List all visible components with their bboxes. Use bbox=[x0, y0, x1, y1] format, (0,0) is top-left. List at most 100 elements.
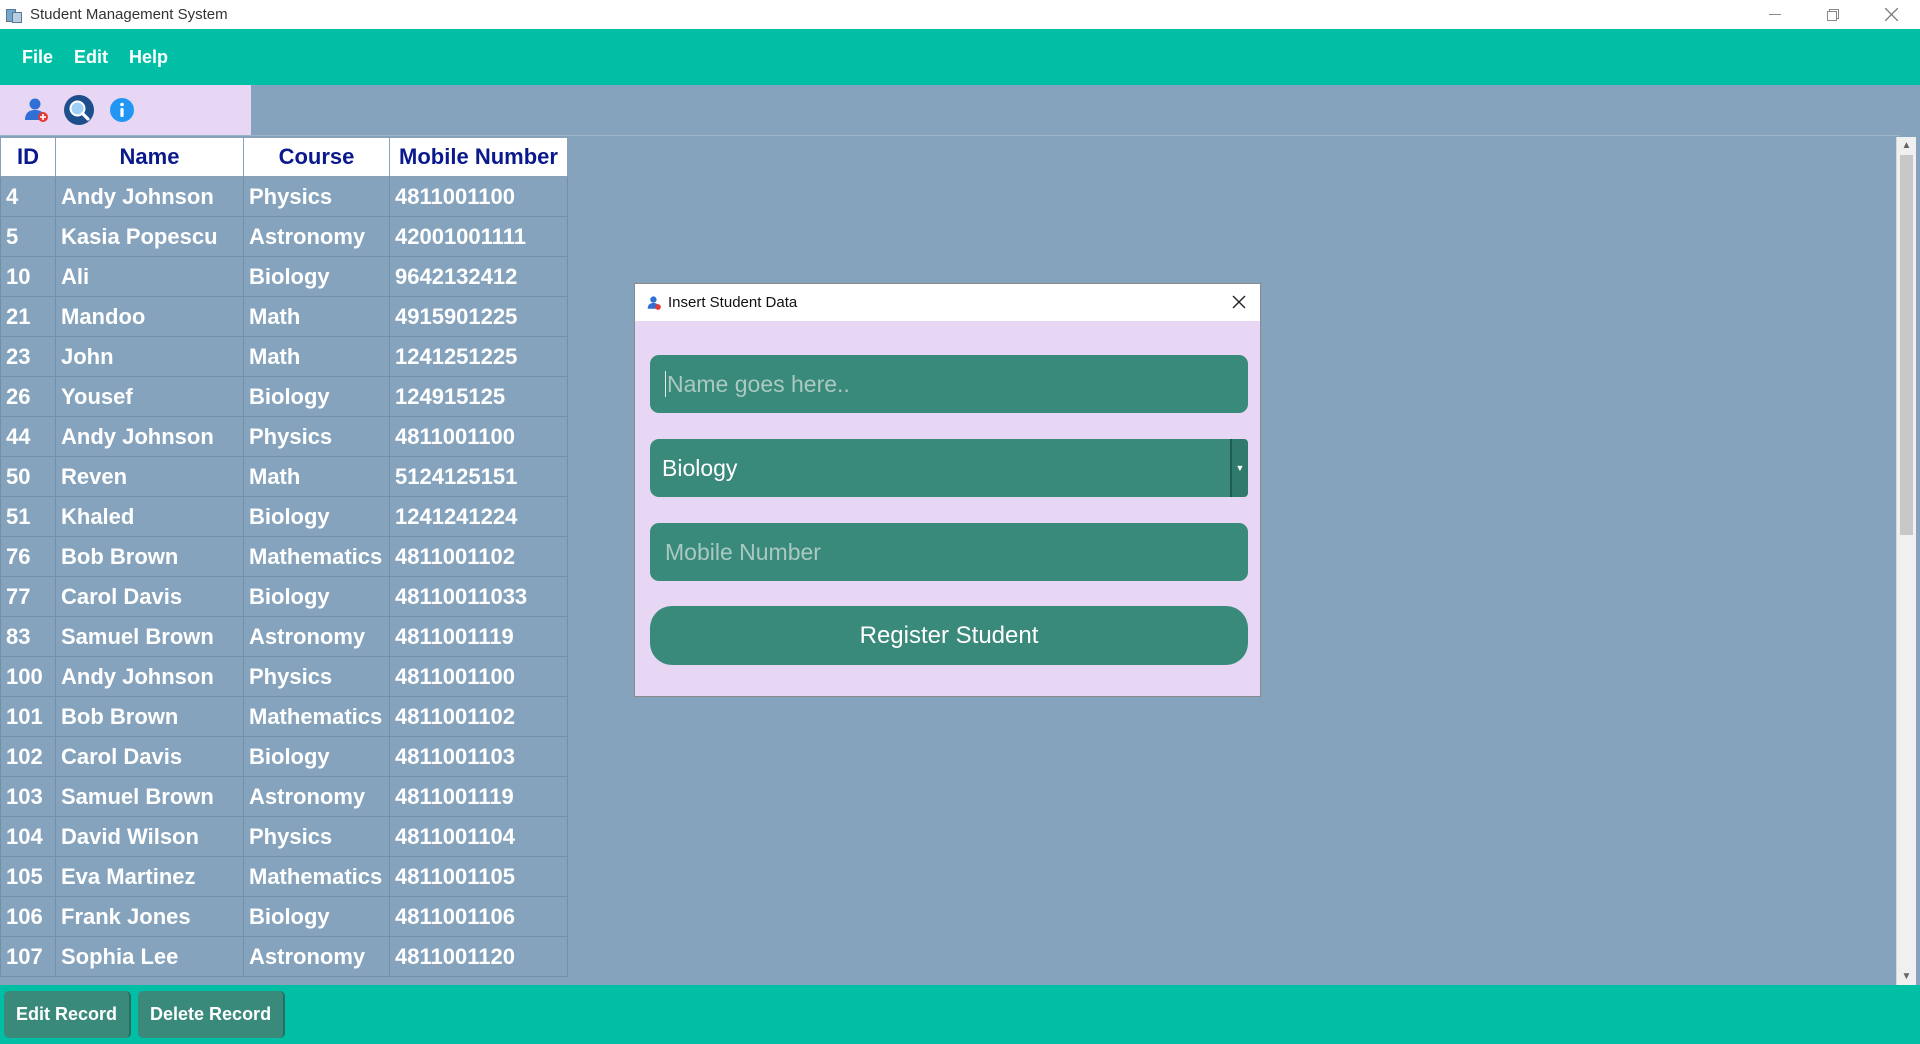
table-row[interactable]: 10 Ali Biology 9642132412 bbox=[0, 256, 568, 297]
register-student-button[interactable]: Register Student bbox=[650, 606, 1248, 665]
cell-id: 101 bbox=[0, 696, 56, 737]
column-header-id[interactable]: ID bbox=[0, 137, 56, 177]
cell-course: Math bbox=[243, 336, 390, 377]
cell-id: 77 bbox=[0, 576, 56, 617]
table-row[interactable]: 76 Bob Brown Mathematics 4811001102 bbox=[0, 536, 568, 577]
table-row[interactable]: 4 Andy Johnson Physics 4811001100 bbox=[0, 176, 568, 217]
cell-course: Biology bbox=[243, 376, 390, 417]
cell-id: 104 bbox=[0, 816, 56, 857]
scroll-down-icon[interactable]: ▼ bbox=[1897, 968, 1916, 985]
dialog-close-button[interactable] bbox=[1228, 291, 1250, 313]
table-row[interactable]: 107 Sophia Lee Astronomy 4811001120 bbox=[0, 936, 568, 977]
add-student-button[interactable] bbox=[20, 94, 52, 126]
cell-mobile: 4811001104 bbox=[389, 816, 568, 857]
menu-edit[interactable]: Edit bbox=[74, 47, 108, 68]
app-icon bbox=[5, 6, 23, 24]
cell-mobile: 5124125151 bbox=[389, 456, 568, 497]
edit-record-button[interactable]: Edit Record bbox=[4, 991, 132, 1038]
restore-button[interactable] bbox=[1804, 0, 1862, 29]
insert-student-dialog: Insert Student Data Name goes here.. Bio… bbox=[634, 283, 1261, 697]
table-row[interactable]: 103 Samuel Brown Astronomy 4811001119 bbox=[0, 776, 568, 817]
cell-name: Ali bbox=[55, 256, 244, 297]
cell-name: Yousef bbox=[55, 376, 244, 417]
cell-mobile: 9642132412 bbox=[389, 256, 568, 297]
cell-name: Andy Johnson bbox=[55, 656, 244, 697]
toolbar bbox=[0, 85, 251, 135]
course-selected-value: Biology bbox=[662, 454, 738, 481]
table-row[interactable]: 77 Carol Davis Biology 48110011033 bbox=[0, 576, 568, 617]
cell-name: Frank Jones bbox=[55, 896, 244, 937]
column-header-mobile[interactable]: Mobile Number bbox=[389, 137, 568, 177]
cell-course: Physics bbox=[243, 176, 390, 217]
close-icon bbox=[1884, 8, 1898, 21]
cell-course: Biology bbox=[243, 896, 390, 937]
close-window-button[interactable] bbox=[1862, 0, 1920, 29]
table-header-row: ID Name Course Mobile Number bbox=[0, 137, 568, 177]
table-row[interactable]: 101 Bob Brown Mathematics 4811001102 bbox=[0, 696, 568, 737]
column-header-name[interactable]: Name bbox=[55, 137, 244, 177]
cell-id: 76 bbox=[0, 536, 56, 577]
info-button[interactable] bbox=[106, 94, 138, 126]
cell-course: Math bbox=[243, 456, 390, 497]
cell-id: 4 bbox=[0, 176, 56, 217]
cell-id: 21 bbox=[0, 296, 56, 337]
cell-id: 102 bbox=[0, 736, 56, 777]
table-row[interactable]: 100 Andy Johnson Physics 4811001100 bbox=[0, 656, 568, 697]
table-row[interactable]: 23 John Math 1241251225 bbox=[0, 336, 568, 377]
cell-course: Biology bbox=[243, 576, 390, 617]
cell-id: 50 bbox=[0, 456, 56, 497]
cell-mobile: 4811001105 bbox=[389, 856, 568, 897]
name-input[interactable]: Name goes here.. bbox=[650, 355, 1248, 413]
cell-id: 105 bbox=[0, 856, 56, 897]
table-row[interactable]: 44 Andy Johnson Physics 4811001100 bbox=[0, 416, 568, 457]
table-row[interactable]: 21 Mandoo Math 4915901225 bbox=[0, 296, 568, 337]
cell-mobile: 1241251225 bbox=[389, 336, 568, 377]
scroll-up-icon[interactable]: ▲ bbox=[1897, 137, 1916, 154]
cell-id: 44 bbox=[0, 416, 56, 457]
minimize-button[interactable] bbox=[1746, 0, 1804, 29]
table-row[interactable]: 51 Khaled Biology 1241241224 bbox=[0, 496, 568, 537]
menu-file[interactable]: File bbox=[22, 47, 53, 68]
restore-icon bbox=[1827, 8, 1839, 21]
cell-course: Astronomy bbox=[243, 616, 390, 657]
cell-mobile: 4811001102 bbox=[389, 696, 568, 737]
column-header-course[interactable]: Course bbox=[243, 137, 390, 177]
cell-mobile: 4811001103 bbox=[389, 736, 568, 777]
table-row[interactable]: 5 Kasia Popescu Astronomy 42001001111 bbox=[0, 216, 568, 257]
title-bar: Student Management System bbox=[0, 0, 1920, 29]
cell-id: 23 bbox=[0, 336, 56, 377]
cell-id: 83 bbox=[0, 616, 56, 657]
course-select[interactable]: Biology ▼ bbox=[650, 439, 1248, 497]
menu-help[interactable]: Help bbox=[129, 47, 168, 68]
delete-record-button[interactable]: Delete Record bbox=[138, 991, 286, 1038]
cell-id: 10 bbox=[0, 256, 56, 297]
cell-course: Mathematics bbox=[243, 856, 390, 897]
cell-name: Kasia Popescu bbox=[55, 216, 244, 257]
cell-name: Sophia Lee bbox=[55, 936, 244, 977]
scrollbar-thumb[interactable] bbox=[1900, 155, 1913, 535]
mobile-number-input[interactable]: Mobile Number bbox=[650, 523, 1248, 581]
search-button[interactable] bbox=[63, 94, 95, 126]
cell-course: Physics bbox=[243, 416, 390, 457]
cell-name: John bbox=[55, 336, 244, 377]
cell-course: Math bbox=[243, 296, 390, 337]
table-row[interactable]: 104 David Wilson Physics 4811001104 bbox=[0, 816, 568, 857]
cell-name: Carol Davis bbox=[55, 736, 244, 777]
table-row[interactable]: 102 Carol Davis Biology 4811001103 bbox=[0, 736, 568, 777]
table-row[interactable]: 83 Samuel Brown Astronomy 4811001119 bbox=[0, 616, 568, 657]
cell-course: Mathematics bbox=[243, 696, 390, 737]
toolbar-separator bbox=[0, 135, 1900, 136]
cell-id: 107 bbox=[0, 936, 56, 977]
table-row[interactable]: 106 Frank Jones Biology 4811001106 bbox=[0, 896, 568, 937]
table-row[interactable]: 26 Yousef Biology 124915125 bbox=[0, 376, 568, 417]
cell-id: 103 bbox=[0, 776, 56, 817]
cell-name: Carol Davis bbox=[55, 576, 244, 617]
vertical-scrollbar[interactable]: ▲ ▼ bbox=[1896, 137, 1916, 985]
cell-mobile: 4811001100 bbox=[389, 656, 568, 697]
dialog-title: Insert Student Data bbox=[668, 294, 798, 311]
cell-course: Astronomy bbox=[243, 936, 390, 977]
table-row[interactable]: 50 Reven Math 5124125151 bbox=[0, 456, 568, 497]
chevron-down-icon[interactable]: ▼ bbox=[1230, 439, 1248, 497]
table-row[interactable]: 105 Eva Martinez Mathematics 4811001105 bbox=[0, 856, 568, 897]
cell-mobile: 1241241224 bbox=[389, 496, 568, 537]
